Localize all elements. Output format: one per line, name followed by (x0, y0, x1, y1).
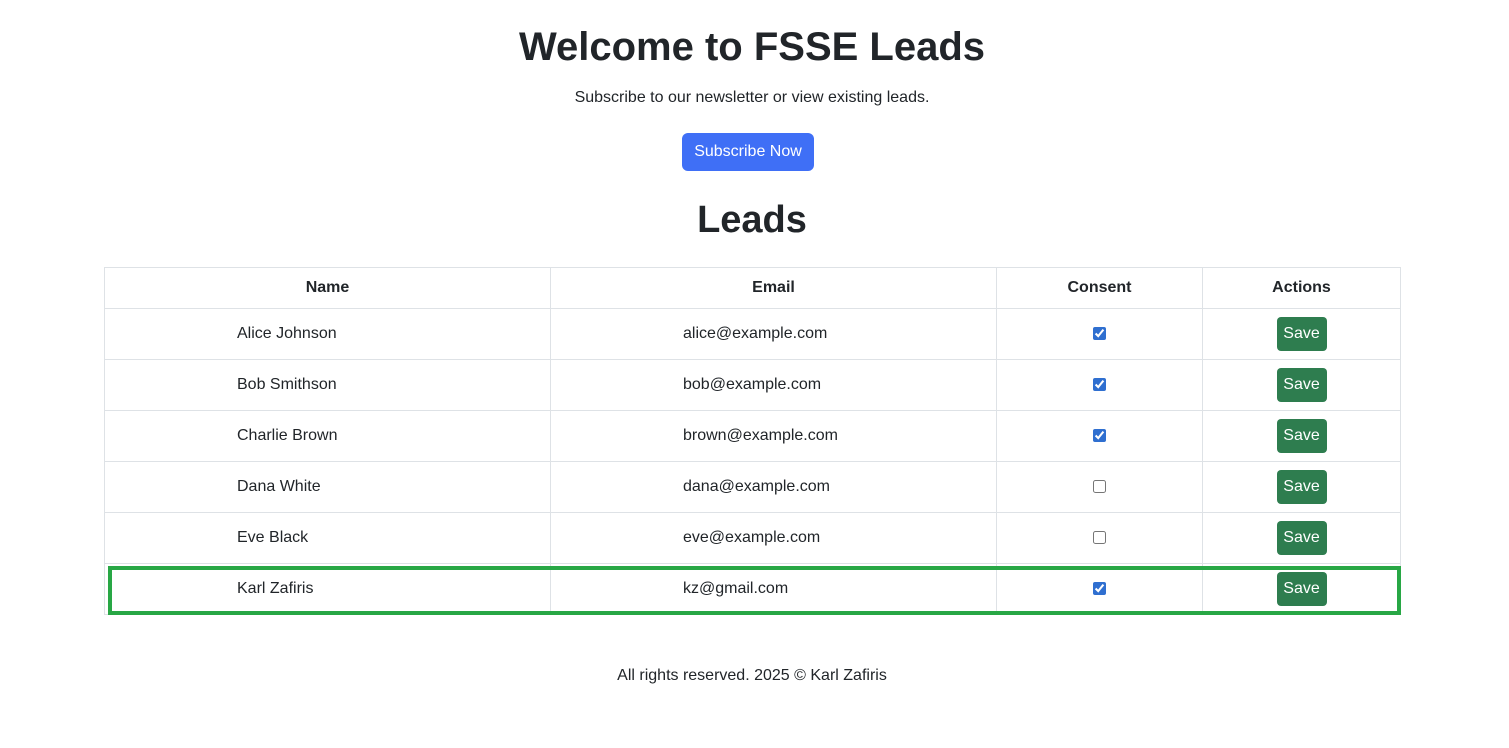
footer-copyright: All rights reserved. 2025 © Karl Zafiris (617, 667, 887, 684)
lead-name: Bob Smithson (104, 359, 551, 411)
consent-cell (996, 512, 1203, 564)
actions-cell: Save (1202, 563, 1401, 615)
save-button[interactable]: Save (1276, 419, 1327, 453)
lead-email: brown@example.com (550, 410, 997, 462)
consent-checkbox[interactable] (1093, 378, 1106, 392)
actions-cell: Save (1202, 410, 1401, 462)
actions-cell: Save (1202, 461, 1401, 513)
consent-checkbox[interactable] (1093, 429, 1106, 443)
lead-email: eve@example.com (550, 512, 997, 564)
lead-email: kz@gmail.com (550, 563, 997, 615)
lead-email: alice@example.com (550, 308, 997, 360)
column-header-email: Email (550, 267, 997, 309)
actions-cell: Save (1202, 308, 1401, 360)
save-button[interactable]: Save (1276, 521, 1327, 555)
subscribe-button[interactable]: Subscribe Now (682, 133, 814, 171)
lead-name: Alice Johnson (104, 308, 551, 360)
consent-cell (996, 563, 1203, 615)
actions-cell: Save (1202, 359, 1401, 411)
table-row: Charlie Brown brown@example.com Save (104, 410, 1401, 462)
lead-name: Eve Black (104, 512, 551, 564)
consent-cell (996, 461, 1203, 513)
lead-email: bob@example.com (550, 359, 997, 411)
table-header-row: Name Email Consent Actions (104, 267, 1401, 309)
lead-name: Charlie Brown (104, 410, 551, 462)
page-subtitle: Subscribe to our newsletter or view exis… (574, 89, 930, 106)
consent-checkbox[interactable] (1093, 327, 1106, 341)
save-button[interactable]: Save (1276, 317, 1327, 351)
lead-email: dana@example.com (550, 461, 997, 513)
table-row: Bob Smithson bob@example.com Save (104, 359, 1401, 411)
column-header-consent: Consent (996, 267, 1203, 309)
leads-table: Name Email Consent Actions Alice Johnson… (104, 267, 1401, 615)
consent-checkbox[interactable] (1093, 531, 1106, 545)
consent-cell (996, 410, 1203, 462)
consent-checkbox[interactable] (1093, 480, 1106, 494)
page-title: Welcome to FSSE Leads (518, 25, 986, 69)
consent-cell (996, 308, 1203, 360)
actions-cell: Save (1202, 512, 1401, 564)
column-header-name: Name (104, 267, 551, 309)
save-button[interactable]: Save (1276, 572, 1327, 606)
save-button[interactable]: Save (1276, 470, 1327, 504)
table-row: Alice Johnson alice@example.com Save (104, 308, 1401, 360)
leads-title: Leads (697, 199, 807, 241)
table-row: Dana White dana@example.com Save (104, 461, 1401, 513)
consent-cell (996, 359, 1203, 411)
save-button[interactable]: Save (1276, 368, 1327, 402)
column-header-actions: Actions (1202, 267, 1401, 309)
table-row: Eve Black eve@example.com Save (104, 512, 1401, 564)
table-row-highlighted: Karl Zafiris kz@gmail.com Save (104, 563, 1401, 615)
lead-name: Karl Zafiris (104, 563, 551, 615)
lead-name: Dana White (104, 461, 551, 513)
consent-checkbox[interactable] (1093, 582, 1106, 596)
